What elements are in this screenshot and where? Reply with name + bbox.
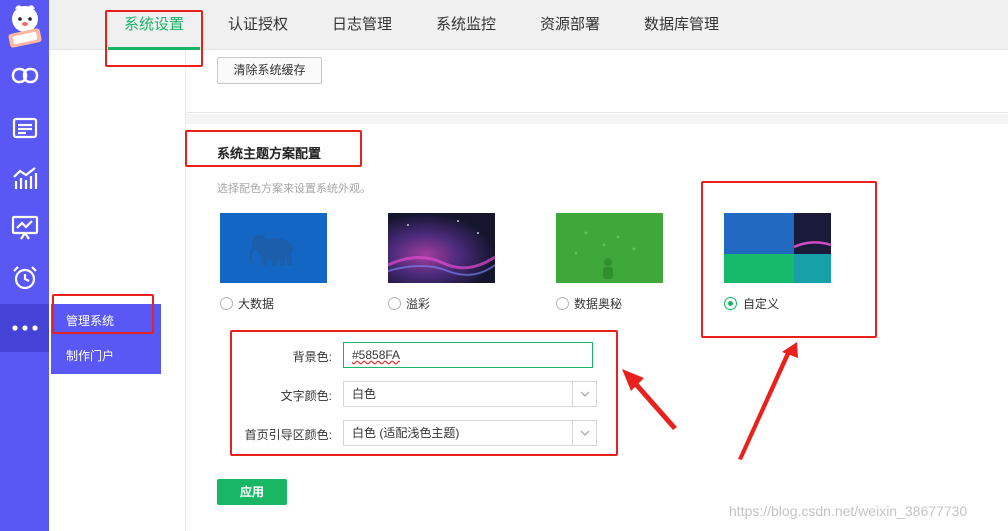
theme-label-mystery: 数据奥秘 xyxy=(574,297,623,311)
annotation-arrow-to-custom xyxy=(738,342,798,460)
link-icon[interactable] xyxy=(0,56,49,96)
chart-icon[interactable] xyxy=(0,158,49,198)
tab-database[interactable]: 数据库管理 xyxy=(644,0,719,50)
tab-auth[interactable]: 认证授权 xyxy=(228,0,288,50)
top-nav: 系统设置 认证授权 日志管理 系统监控 资源部署 数据库管理 xyxy=(49,0,1008,50)
theme-section-description: 选择配色方案来设置系统外观。 xyxy=(217,183,371,195)
chevron-down-icon xyxy=(572,421,596,445)
theme-section-title: 系统主题方案配置 xyxy=(217,146,322,161)
guide-color-select[interactable]: 白色 (适配浅色主题) xyxy=(343,420,597,446)
watermark-text: https://blog.csdn.net/weixin_38677730 xyxy=(729,503,968,519)
theme-thumb-bigdata[interactable] xyxy=(220,213,327,283)
text-color-value: 白色 xyxy=(352,387,377,401)
elephant-silhouette-icon xyxy=(249,235,293,266)
text-color-label: 文字颜色: xyxy=(280,389,332,403)
alarm-clock-icon[interactable] xyxy=(0,258,49,298)
person-silhouette-icon xyxy=(574,231,636,279)
theme-thumb-mystery[interactable] xyxy=(556,213,663,283)
tab-logs[interactable]: 日志管理 xyxy=(332,0,392,50)
theme-radio-mystery[interactable] xyxy=(556,297,569,310)
tab-resource-deploy[interactable]: 资源部署 xyxy=(540,0,600,50)
theme-label-custom: 自定义 xyxy=(743,297,780,311)
submenu-panel: 管理系统 制作门户 xyxy=(51,304,161,374)
bg-color-value: #5858FA xyxy=(352,348,401,362)
bg-color-input[interactable]: #5858FA xyxy=(343,342,593,368)
mascot-logo-icon xyxy=(0,0,49,52)
theme-label-bigdata: 大数据 xyxy=(238,297,275,311)
guide-color-value: 白色 (适配浅色主题) xyxy=(352,426,460,440)
bg-color-label: 背景色: xyxy=(292,350,332,364)
annotation-arrow-to-form xyxy=(622,369,677,430)
apply-button[interactable]: 应用 xyxy=(217,479,287,505)
text-color-select[interactable]: 白色 xyxy=(343,381,597,407)
monitor-chart-icon[interactable] xyxy=(0,208,49,248)
chevron-down-icon xyxy=(572,382,596,406)
aurora-icon xyxy=(388,220,495,276)
icon-rail xyxy=(0,0,49,531)
more-dots-icon[interactable] xyxy=(0,304,49,352)
guide-color-label: 首页引导区颜色: xyxy=(244,428,332,442)
list-card-icon[interactable] xyxy=(0,108,49,148)
theme-thumb-custom[interactable] xyxy=(724,213,831,283)
theme-radio-bigdata[interactable] xyxy=(220,297,233,310)
section-separator xyxy=(186,114,1008,124)
theme-label-colorful: 溢彩 xyxy=(406,297,431,311)
tab-system-settings[interactable]: 系统设置 xyxy=(107,0,201,50)
theme-radio-custom[interactable] xyxy=(724,297,737,310)
submenu-item-manage-system[interactable]: 管理系统 xyxy=(51,304,161,339)
clear-cache-button[interactable]: 清除系统缓存 xyxy=(217,57,322,84)
submenu-item-make-portal[interactable]: 制作门户 xyxy=(51,339,161,374)
tab-monitor[interactable]: 系统监控 xyxy=(436,0,496,50)
theme-thumb-colorful[interactable] xyxy=(388,213,495,283)
theme-radio-colorful[interactable] xyxy=(388,297,401,310)
